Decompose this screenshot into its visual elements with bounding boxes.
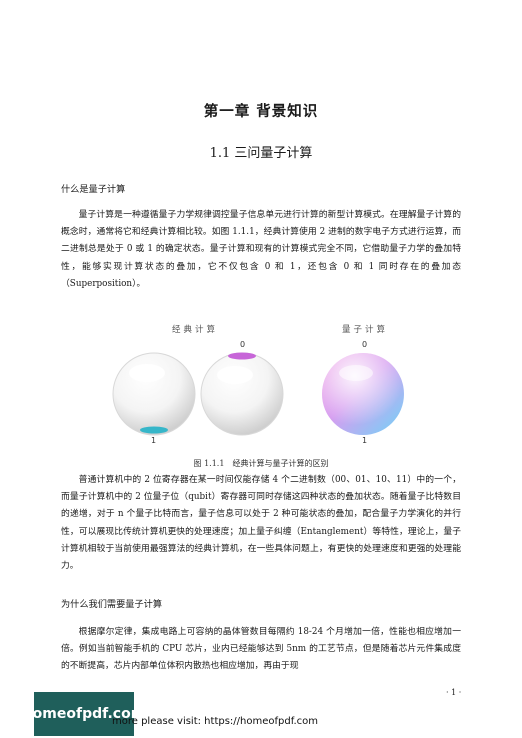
page-number: · 1 ·: [446, 688, 462, 697]
state-one-marker: [140, 426, 168, 434]
paragraph-moore: 根据摩尔定律，集成电路上可容纳的晶体管数目每隔约 18-24 个月增加一倍，性能…: [61, 627, 461, 672]
footer-link[interactable]: more please visit: https://homeofpdf.com: [112, 716, 318, 727]
subheading-why: 为什么我们需要量子计算: [61, 599, 163, 610]
label-zero-quantum: 0: [362, 340, 368, 349]
quantum-sphere: [322, 353, 404, 435]
classical-sphere-zero: [200, 352, 284, 436]
label-zero-classical: 0: [240, 340, 246, 349]
classical-sphere-one: [112, 352, 196, 436]
label-one-classical: 1: [151, 436, 157, 445]
watermark-logo: homeofpdf.com: [23, 692, 145, 736]
chapter-title: 第一章 背景知识: [203, 103, 319, 120]
state-zero-marker: [228, 352, 256, 360]
classical-title: 经典计算: [172, 325, 219, 335]
paragraph-registers: 普通计算机中的 2 位寄存器在某一时间仅能存储 4 个二进制数（00、01、10…: [61, 475, 461, 572]
paragraph-intro: 量子计算是一种遵循量子力学规律调控量子信息单元进行计算的新型计算模式。在理解量子…: [61, 210, 461, 289]
quantum-title: 量子计算: [342, 325, 389, 335]
label-one-quantum: 1: [362, 436, 368, 445]
section-title: 1.1 三问量子计算: [209, 146, 313, 161]
figure-caption: 图 1.1.1 经典计算与量子计算的区别: [193, 459, 329, 468]
subheading-what-is: 什么是量子计算: [61, 184, 126, 195]
